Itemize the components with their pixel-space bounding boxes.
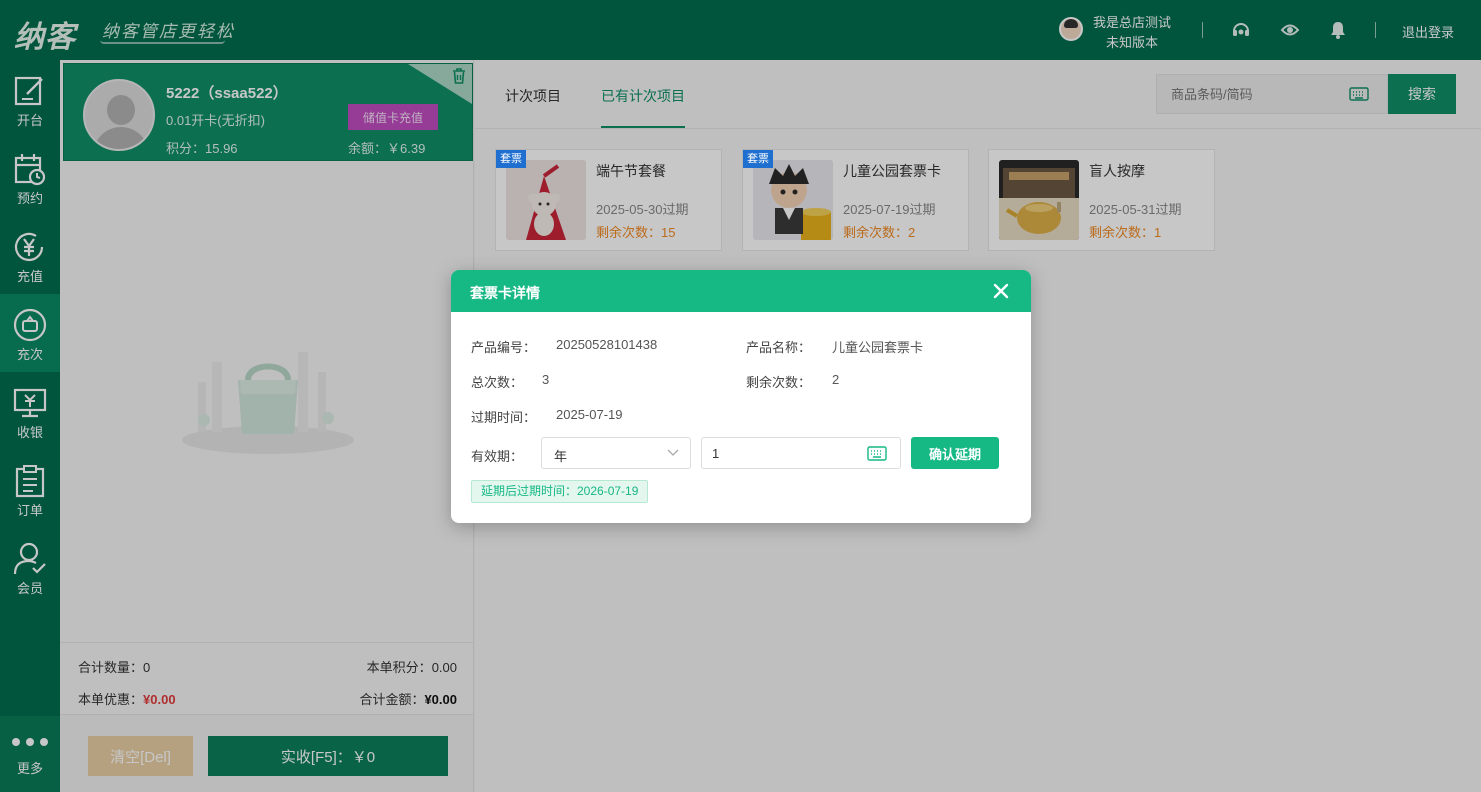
total-times-value: 3 [542, 372, 550, 387]
product-name-value: 儿童公园套票卡 [832, 340, 924, 355]
validity-unit-select[interactable]: 年 [541, 437, 691, 469]
package-card-detail-modal: 套票卡详情 产品编号： 20250528101438 产品名称： 儿童公园套票卡… [451, 270, 1031, 523]
expire-time-value: 2025-07-19 [556, 407, 623, 422]
validity-unit-value: 年 [554, 449, 568, 464]
modal-header: 套票卡详情 [451, 270, 1031, 312]
product-code-value: 20250528101438 [556, 337, 658, 352]
package-tag: 套票 [743, 150, 773, 168]
expire-time-label: 过期时间： [471, 410, 537, 425]
new-expire-notice: 延期后过期时间：2026-07-19 [471, 480, 649, 503]
chevron-down-icon [667, 449, 679, 456]
product-code-label: 产品编号： [471, 340, 537, 355]
confirm-extend-button[interactable]: 确认延期 [911, 437, 999, 469]
total-times-label: 总次数： [471, 375, 524, 390]
validity-label: 有效期： [471, 449, 524, 464]
close-icon[interactable] [991, 281, 1011, 301]
package-tag: 套票 [496, 150, 526, 168]
product-name-label: 产品名称： [746, 340, 812, 355]
validity-amount-field [701, 437, 901, 469]
remaining-times-label: 剩余次数： [746, 375, 812, 390]
modal-title: 套票卡详情 [470, 285, 540, 301]
remaining-times-value: 2 [832, 372, 840, 387]
validity-amount-input[interactable] [702, 438, 862, 468]
keyboard-icon[interactable] [867, 446, 887, 461]
